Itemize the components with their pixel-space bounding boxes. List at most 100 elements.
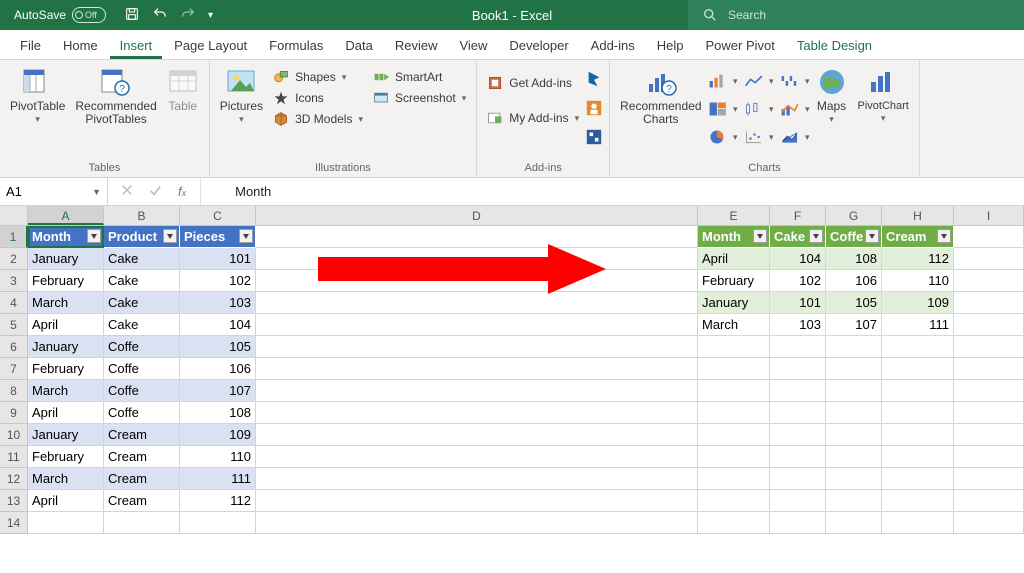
row-header[interactable]: 14 xyxy=(0,512,28,534)
cell-E12[interactable] xyxy=(698,468,770,490)
cancel-icon[interactable] xyxy=(120,183,134,200)
select-all-corner[interactable] xyxy=(0,206,28,225)
cell-C14[interactable] xyxy=(180,512,256,534)
tab-review[interactable]: Review xyxy=(385,32,448,59)
column-header-C[interactable]: C xyxy=(180,206,256,225)
tab-view[interactable]: View xyxy=(449,32,497,59)
shapes-button[interactable]: Shapes xyxy=(269,68,367,86)
tab-add-ins[interactable]: Add-ins xyxy=(581,32,645,59)
cell-E7[interactable] xyxy=(698,358,770,380)
cell-A12[interactable]: March xyxy=(28,468,104,490)
cell-D7[interactable] xyxy=(256,358,698,380)
pivottable-button[interactable]: PivotTable xyxy=(6,64,69,127)
win-loss-chart-icon[interactable] xyxy=(780,68,810,94)
cell-G5[interactable]: 107 xyxy=(826,314,882,336)
cell-G4[interactable]: 105 xyxy=(826,292,882,314)
tab-power-pivot[interactable]: Power Pivot xyxy=(696,32,785,59)
cell-C10[interactable]: 109 xyxy=(180,424,256,446)
cell-G12[interactable] xyxy=(826,468,882,490)
cell-B2[interactable]: Cake xyxy=(104,248,180,270)
cell-F1[interactable]: Cake xyxy=(770,226,826,248)
cell-C5[interactable]: 104 xyxy=(180,314,256,336)
line-chart-icon[interactable] xyxy=(744,68,774,94)
hierarchy-chart-icon[interactable] xyxy=(708,96,738,122)
cell-B1[interactable]: Product xyxy=(104,226,180,248)
cell-I1[interactable] xyxy=(954,226,1024,248)
row-header[interactable]: 1 xyxy=(0,226,28,248)
cell-D14[interactable] xyxy=(256,512,698,534)
surface-chart-icon[interactable] xyxy=(780,124,810,150)
filter-icon[interactable] xyxy=(753,229,767,243)
cell-F12[interactable] xyxy=(770,468,826,490)
icons-button[interactable]: Icons xyxy=(269,89,367,107)
cell-B9[interactable]: Coffe xyxy=(104,402,180,424)
statistic-chart-icon[interactable] xyxy=(744,96,774,122)
cell-D10[interactable] xyxy=(256,424,698,446)
cell-A10[interactable]: January xyxy=(28,424,104,446)
column-header-H[interactable]: H xyxy=(882,206,954,225)
cell-C6[interactable]: 105 xyxy=(180,336,256,358)
row-header[interactable]: 7 xyxy=(0,358,28,380)
cell-G8[interactable] xyxy=(826,380,882,402)
cell-D6[interactable] xyxy=(256,336,698,358)
cell-G6[interactable] xyxy=(826,336,882,358)
cell-A13[interactable]: April xyxy=(28,490,104,512)
cell-F13[interactable] xyxy=(770,490,826,512)
cell-F14[interactable] xyxy=(770,512,826,534)
cell-F5[interactable]: 103 xyxy=(770,314,826,336)
cell-D12[interactable] xyxy=(256,468,698,490)
row-header[interactable]: 10 xyxy=(0,424,28,446)
3d-models-button[interactable]: 3D Models xyxy=(269,110,367,128)
row-header[interactable]: 4 xyxy=(0,292,28,314)
cell-F6[interactable] xyxy=(770,336,826,358)
qat-customize-icon[interactable]: ▾ xyxy=(208,10,213,21)
row-header[interactable]: 9 xyxy=(0,402,28,424)
cell-A6[interactable]: January xyxy=(28,336,104,358)
column-chart-icon[interactable] xyxy=(708,68,738,94)
cell-E8[interactable] xyxy=(698,380,770,402)
fx-icon[interactable]: fx xyxy=(176,184,188,199)
cell-A3[interactable]: February xyxy=(28,270,104,292)
cell-H2[interactable]: 112 xyxy=(882,248,954,270)
cell-E6[interactable] xyxy=(698,336,770,358)
cell-G1[interactable]: Coffe xyxy=(826,226,882,248)
cell-B6[interactable]: Coffe xyxy=(104,336,180,358)
cell-I14[interactable] xyxy=(954,512,1024,534)
cell-B13[interactable]: Cream xyxy=(104,490,180,512)
cell-I3[interactable] xyxy=(954,270,1024,292)
pivotchart-button[interactable]: PivotChart xyxy=(854,64,913,126)
scatter-chart-icon[interactable] xyxy=(744,124,774,150)
filter-icon[interactable] xyxy=(87,229,101,243)
cell-G9[interactable] xyxy=(826,402,882,424)
cell-H3[interactable]: 110 xyxy=(882,270,954,292)
filter-icon[interactable] xyxy=(809,229,823,243)
cell-C2[interactable]: 101 xyxy=(180,248,256,270)
cell-H9[interactable] xyxy=(882,402,954,424)
cell-D9[interactable] xyxy=(256,402,698,424)
filter-icon[interactable] xyxy=(163,229,177,243)
tab-file[interactable]: File xyxy=(10,32,51,59)
cell-C8[interactable]: 107 xyxy=(180,380,256,402)
cell-C4[interactable]: 103 xyxy=(180,292,256,314)
row-header[interactable]: 6 xyxy=(0,336,28,358)
row-header[interactable]: 12 xyxy=(0,468,28,490)
cell-G11[interactable] xyxy=(826,446,882,468)
enter-icon[interactable] xyxy=(148,183,162,200)
cell-G3[interactable]: 106 xyxy=(826,270,882,292)
cell-B10[interactable]: Cream xyxy=(104,424,180,446)
pictures-button[interactable]: Pictures xyxy=(216,64,267,127)
cell-C7[interactable]: 106 xyxy=(180,358,256,380)
cell-E5[interactable]: March xyxy=(698,314,770,336)
cell-E11[interactable] xyxy=(698,446,770,468)
cell-G10[interactable] xyxy=(826,424,882,446)
cell-A9[interactable]: April xyxy=(28,402,104,424)
tab-formulas[interactable]: Formulas xyxy=(259,32,333,59)
cell-A11[interactable]: February xyxy=(28,446,104,468)
smartart-button[interactable]: SmartArt xyxy=(369,68,470,86)
cell-C1[interactable]: Pieces xyxy=(180,226,256,248)
cell-H14[interactable] xyxy=(882,512,954,534)
cell-E14[interactable] xyxy=(698,512,770,534)
cell-H12[interactable] xyxy=(882,468,954,490)
formula-input[interactable]: Month xyxy=(201,178,1024,205)
bing-maps-icon[interactable] xyxy=(585,70,603,93)
